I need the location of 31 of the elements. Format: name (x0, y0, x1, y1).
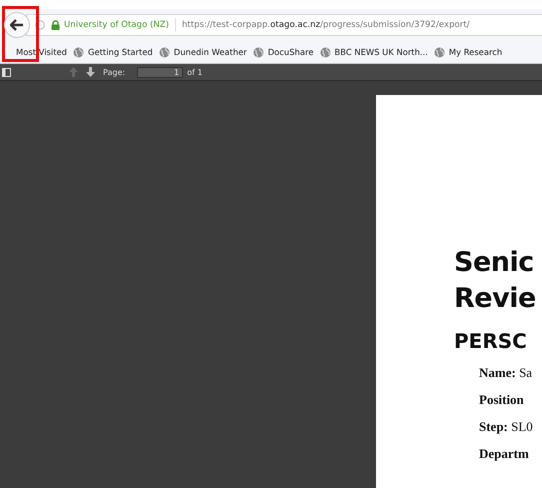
globe-icon (158, 46, 170, 58)
field-text: Step: SL0 (479, 419, 534, 434)
field-text: Position (479, 392, 525, 407)
bookmark-item[interactable]: BBC NEWS UK North... (320, 46, 428, 58)
document-title: Senic (454, 246, 535, 280)
document-title: Revie (454, 282, 537, 316)
next-page-icon[interactable] (86, 67, 95, 77)
site-identity: University of Otago (NZ) (64, 20, 169, 30)
sidebar-toggle-icon[interactable] (2, 68, 11, 76)
highlight-box (2, 6, 39, 62)
lock-icon (51, 20, 60, 30)
info-icon (35, 20, 45, 30)
globe-icon (320, 46, 330, 58)
page-count: of 1 (187, 68, 202, 76)
bookmark-item[interactable]: Dunedin Weather (158, 46, 247, 58)
url-text: https://test-corpapp.otago.ac.nz/progress/submission/3792/export/ (182, 20, 470, 30)
globe-icon (434, 46, 445, 58)
bookmark-item[interactable]: Getting Started (72, 46, 153, 58)
address-bar[interactable]: University of Otago (NZ) https://test-corpapp.otago.ac.nz/progress/submission/3792/export/ (26, 14, 542, 36)
field-text: Name: Sa (479, 365, 534, 380)
page-number-field[interactable]: 1 (137, 66, 184, 78)
back-arrow-icon (10, 19, 24, 31)
bookmark-item[interactable]: My Research (434, 46, 502, 58)
globe-icon (252, 46, 264, 58)
field-text: Departm (479, 446, 530, 461)
bookmark-item[interactable]: DocuShare (252, 46, 314, 58)
back-button[interactable] (4, 12, 30, 38)
section-heading: PERSC (454, 329, 528, 353)
bookmark-item[interactable]: Most Visited (16, 47, 67, 57)
globe-icon (72, 46, 84, 58)
page-label: Page: (103, 68, 126, 76)
